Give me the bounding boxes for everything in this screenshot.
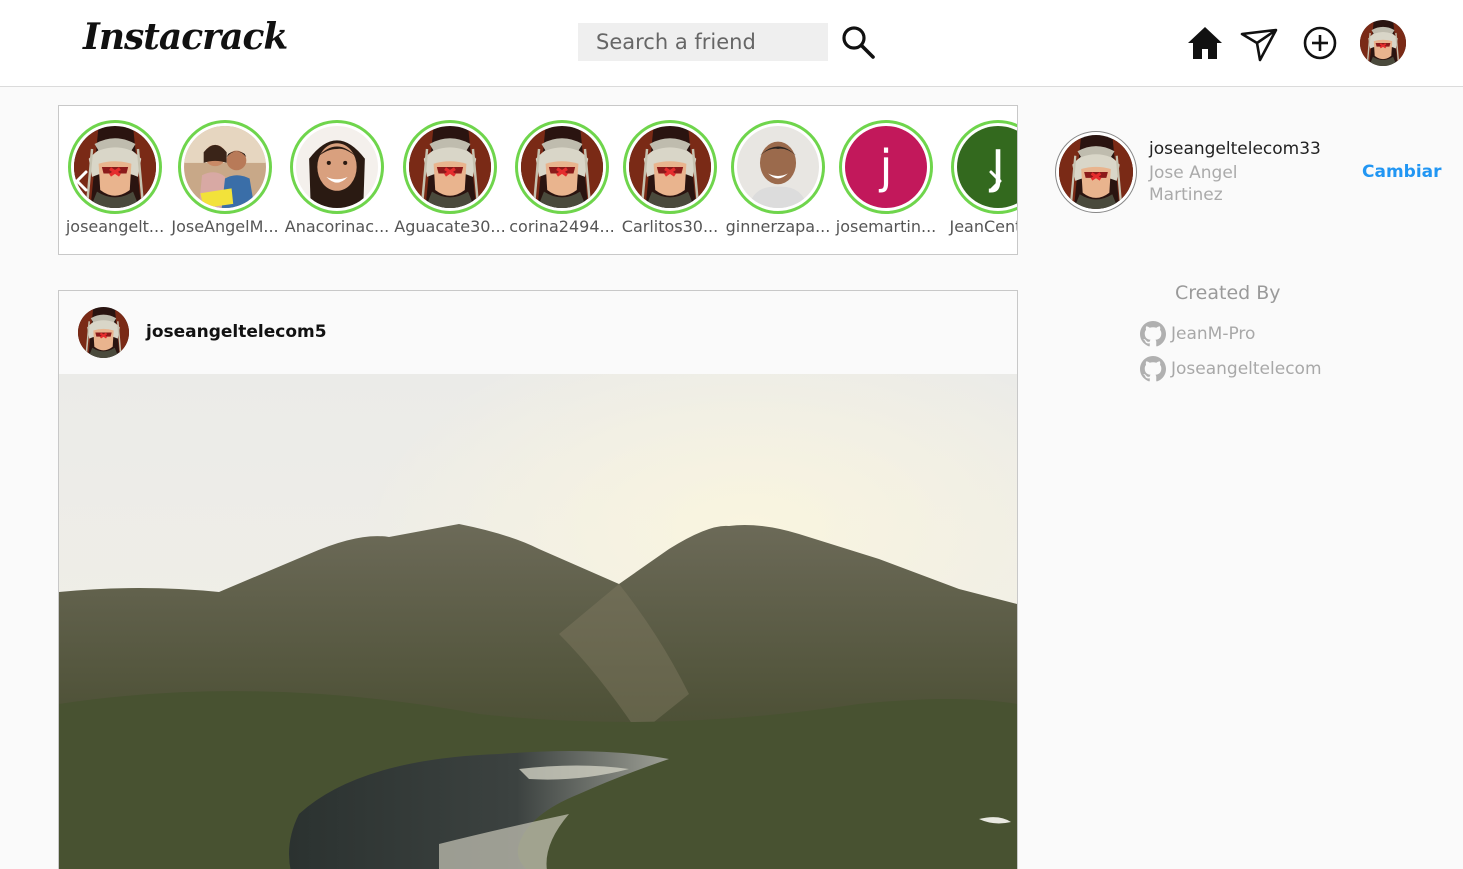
story-username: joseangelt... bbox=[65, 217, 165, 236]
post-author-avatar[interactable] bbox=[78, 307, 129, 358]
post-author-username[interactable]: joseangeltelecom5 bbox=[146, 322, 327, 342]
story-letter-avatar: J bbox=[957, 126, 1017, 208]
author-link[interactable]: JeanM-Pro bbox=[1140, 321, 1255, 347]
story-ring bbox=[178, 120, 272, 214]
chevron-right-icon[interactable] bbox=[982, 168, 1008, 194]
github-icon bbox=[1140, 321, 1166, 347]
story-avatar bbox=[296, 126, 378, 208]
post-card: joseangeltelecom5 bbox=[58, 290, 1018, 869]
story-ring bbox=[731, 120, 825, 214]
story-username: JoseAngelM... bbox=[171, 217, 279, 236]
story-ring: j bbox=[839, 120, 933, 214]
post-image bbox=[59, 374, 1017, 869]
story-item[interactable]: Carlitos30... bbox=[614, 120, 726, 236]
chevron-left-icon[interactable] bbox=[69, 168, 95, 194]
current-user-avatar[interactable] bbox=[1055, 131, 1137, 213]
story-item[interactable]: Anacorinac... bbox=[281, 120, 393, 236]
story-username: corina2494... bbox=[509, 217, 615, 236]
story-username: ginnerzapa... bbox=[725, 217, 831, 236]
author-link[interactable]: Joseangeltelecom bbox=[1140, 356, 1322, 382]
search-input[interactable] bbox=[578, 23, 828, 61]
top-navbar: Instacrack bbox=[0, 0, 1463, 87]
story-avatar bbox=[629, 126, 711, 208]
profile-avatar[interactable] bbox=[1360, 20, 1406, 66]
story-item[interactable]: Aguacate30... bbox=[394, 120, 506, 236]
github-icon bbox=[1140, 356, 1166, 382]
stories-bar: joseangelt... JoseAngelM... Anacorinac..… bbox=[58, 105, 1018, 255]
switch-account-link[interactable]: Cambiar bbox=[1362, 162, 1442, 182]
story-item[interactable]: j josemartin... bbox=[830, 120, 942, 236]
story-avatar bbox=[184, 126, 266, 208]
paper-plane-icon[interactable] bbox=[1240, 24, 1278, 62]
story-ring: J bbox=[951, 120, 1017, 214]
story-avatar bbox=[74, 126, 156, 208]
plus-circle-icon[interactable] bbox=[1301, 24, 1339, 62]
app-logo[interactable]: Instacrack bbox=[83, 16, 288, 58]
story-ring bbox=[403, 120, 497, 214]
story-ring bbox=[290, 120, 384, 214]
story-username: Aguacate30... bbox=[394, 217, 506, 236]
story-username: Carlitos30... bbox=[621, 217, 719, 236]
created-by-heading: Created By bbox=[1175, 282, 1281, 304]
current-user-fullname: Jose Angel Martinez bbox=[1149, 163, 1238, 205]
story-ring bbox=[623, 120, 717, 214]
post-header: joseangeltelecom5 bbox=[59, 291, 1017, 374]
story-avatar bbox=[409, 126, 491, 208]
story-ring bbox=[515, 120, 609, 214]
story-username: Anacorinac... bbox=[284, 217, 390, 236]
home-icon[interactable] bbox=[1186, 24, 1224, 62]
search-icon[interactable] bbox=[840, 24, 876, 60]
story-ring bbox=[68, 120, 162, 214]
current-user-username: joseangeltelecom33 bbox=[1149, 139, 1321, 159]
story-username: JeanCente... bbox=[949, 217, 1017, 236]
story-item[interactable]: JoseAngelM... bbox=[169, 120, 281, 236]
author-name: Joseangeltelecom bbox=[1171, 359, 1322, 379]
author-name: JeanM-Pro bbox=[1171, 324, 1256, 344]
story-letter-avatar: j bbox=[845, 126, 927, 208]
story-item[interactable]: ginnerzapa... bbox=[722, 120, 834, 236]
story-username: josemartin... bbox=[835, 217, 937, 236]
story-item[interactable]: corina2494... bbox=[506, 120, 618, 236]
story-avatar bbox=[737, 126, 819, 208]
story-avatar bbox=[521, 126, 603, 208]
